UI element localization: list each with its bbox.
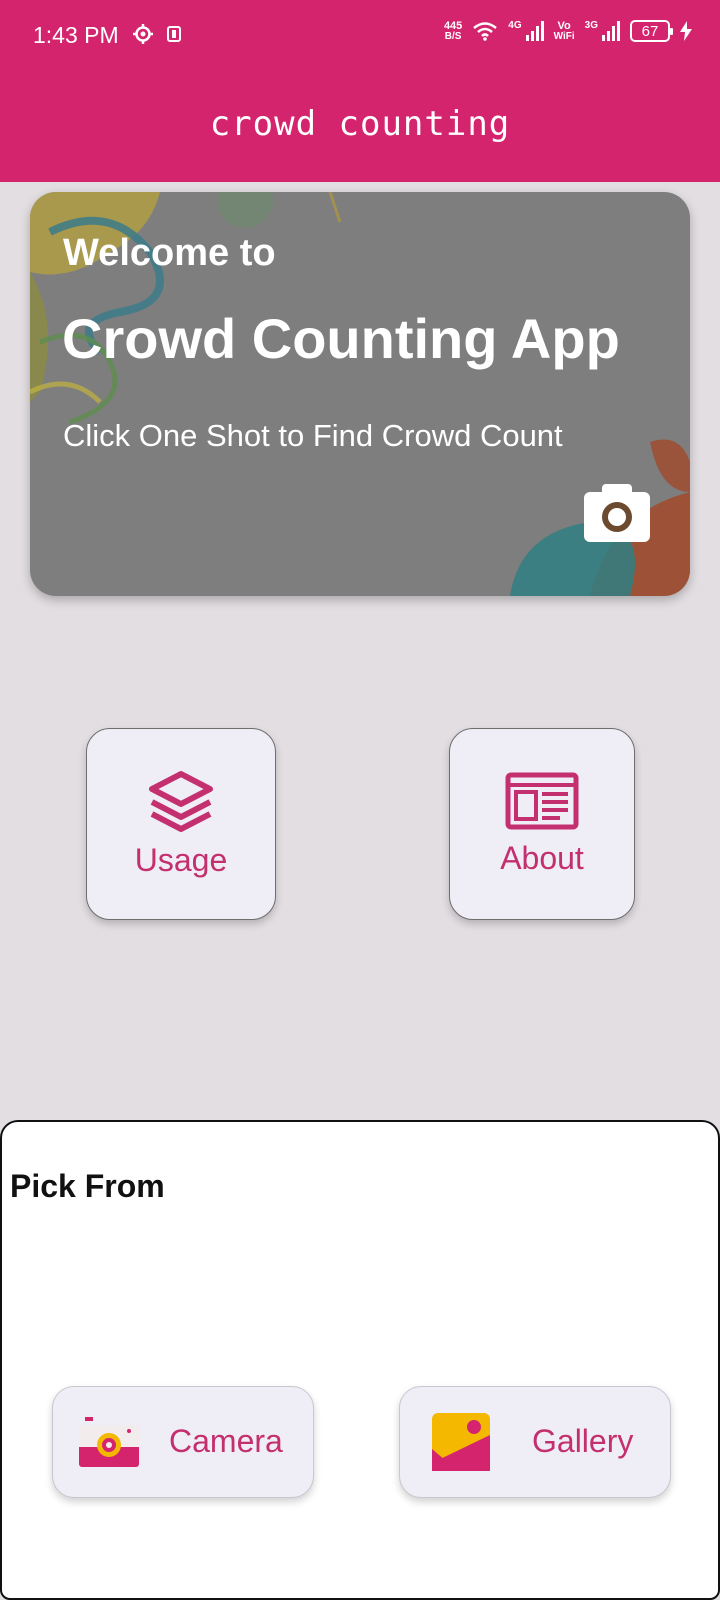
layers-icon bbox=[149, 770, 213, 832]
top-bar: 1:43 PM 445 B/S 4G Vo WiFi 3G 67 crowd c… bbox=[0, 0, 720, 182]
status-bar: 1:43 PM 445 B/S 4G Vo WiFi 3G 67 bbox=[0, 0, 720, 74]
status-time: 1:43 PM bbox=[33, 22, 119, 48]
usage-button[interactable]: Usage bbox=[86, 728, 276, 920]
camera-label: Camera bbox=[169, 1423, 283, 1459]
gallery-button[interactable]: Gallery bbox=[399, 1386, 671, 1498]
article-icon bbox=[505, 772, 579, 829]
signal-icon bbox=[525, 21, 544, 41]
gallery-label: Gallery bbox=[532, 1423, 634, 1459]
pick-from-sheet: Pick From Camera Gallery bbox=[0, 1120, 720, 1600]
nfc-icon bbox=[167, 26, 181, 42]
camera-icon bbox=[79, 1417, 139, 1467]
network-type-2: 3G bbox=[584, 20, 598, 31]
charging-icon bbox=[680, 21, 692, 41]
about-button[interactable]: About bbox=[449, 728, 635, 920]
hero-welcome: Welcome to bbox=[63, 232, 276, 274]
hero-subtitle: Click One Shot to Find Crowd Count bbox=[63, 418, 563, 453]
camera-icon[interactable] bbox=[584, 482, 650, 542]
about-label: About bbox=[500, 839, 584, 876]
wifi-icon bbox=[473, 22, 498, 41]
app-title: crowd counting bbox=[209, 104, 511, 144]
hero-title: Crowd Counting App bbox=[62, 307, 620, 370]
usage-label: Usage bbox=[134, 841, 228, 878]
sheet-title: Pick From bbox=[10, 1168, 165, 1204]
net-speed: 445 B/S bbox=[443, 19, 463, 42]
hero-card: Welcome to Crowd Counting App Click One … bbox=[30, 192, 690, 596]
volte-indicator: Vo WiFi bbox=[553, 19, 575, 42]
image-icon bbox=[432, 1413, 490, 1471]
camera-button[interactable]: Camera bbox=[52, 1386, 314, 1498]
signal-icon bbox=[602, 21, 620, 41]
battery-icon: 67 bbox=[630, 20, 673, 42]
settings-icon bbox=[133, 24, 153, 44]
battery-level: 67 bbox=[641, 22, 659, 40]
network-type-1: 4G bbox=[508, 20, 522, 31]
